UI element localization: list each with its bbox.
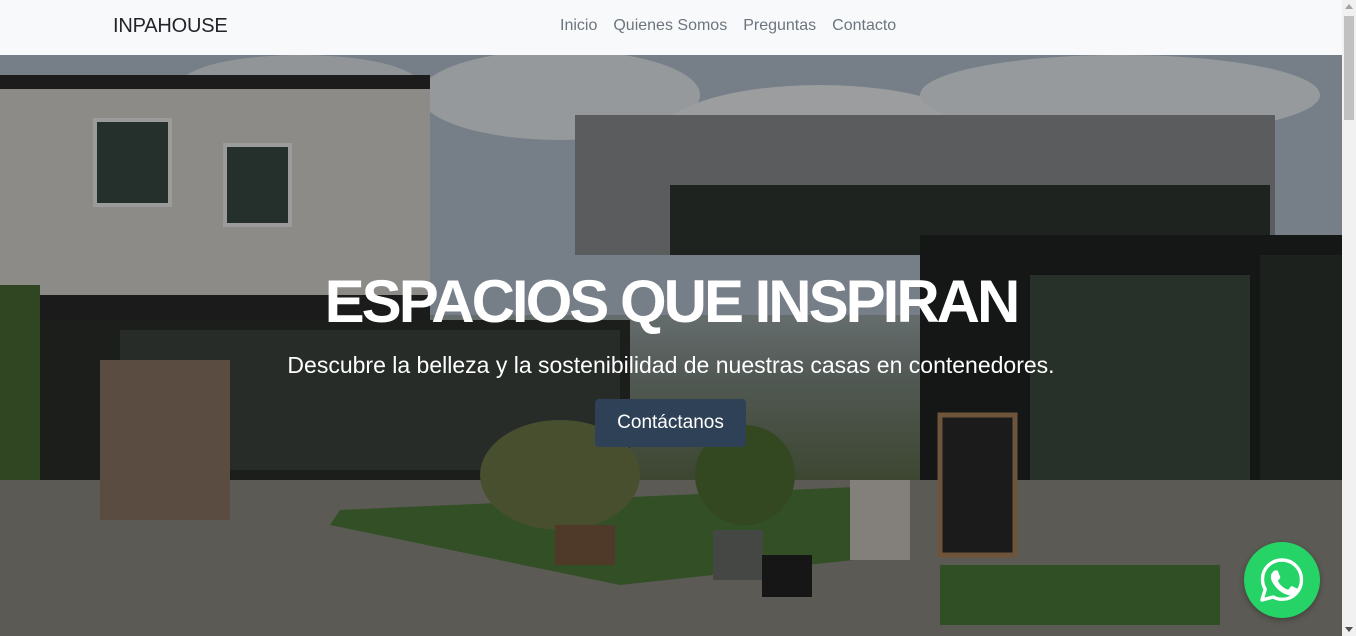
contact-button[interactable]: Contáctanos	[595, 399, 746, 447]
nav-link-quienes-somos[interactable]: Quienes Somos	[605, 16, 735, 36]
brand-logo[interactable]: INPAHOUSE	[113, 15, 228, 38]
nav-link-preguntas[interactable]: Preguntas	[735, 16, 824, 36]
hero-title: ESPACIOS QUE INSPIRAN	[324, 268, 1021, 335]
hero-section: ESPACIOS QUE INSPIRAN Descubre la bellez…	[0, 55, 1342, 636]
page-scrollbar[interactable]	[1342, 0, 1356, 636]
scrollbar-thumb[interactable]	[1344, 16, 1354, 120]
nav-link-inicio[interactable]: Inicio	[552, 16, 605, 36]
nav-link-contacto[interactable]: Contacto	[824, 16, 904, 36]
navbar: INPAHOUSE Inicio Quienes Somos Preguntas…	[0, 0, 1342, 55]
whatsapp-button[interactable]	[1244, 542, 1320, 618]
scroll-down-arrow-icon[interactable]	[1345, 627, 1353, 632]
hero-subtitle: Descubre la belleza y la sostenibilidad …	[287, 352, 1055, 378]
hero-overlay	[0, 55, 1342, 636]
scroll-up-arrow-icon[interactable]	[1345, 4, 1353, 9]
nav-links: Inicio Quienes Somos Preguntas Contacto	[552, 16, 904, 36]
whatsapp-icon	[1260, 558, 1304, 602]
